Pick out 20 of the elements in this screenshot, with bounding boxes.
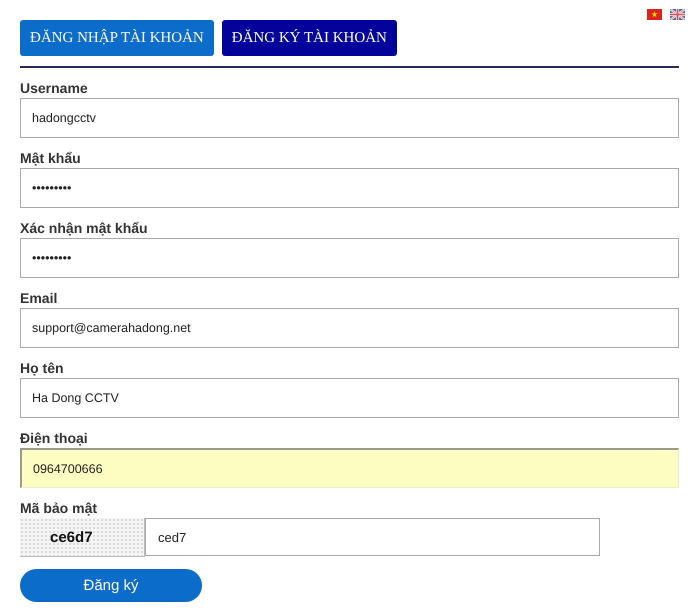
input-field[interactable]: support@camerahadong.net <box>20 308 679 348</box>
captcha-code: ce6d7 <box>50 528 93 546</box>
field-label: Xác nhận mật khẩu <box>20 219 148 238</box>
input-field[interactable]: ••••••••• <box>20 168 679 208</box>
field-label: Mã bảo mật <box>20 499 98 518</box>
tab[interactable]: ĐĂNG KÝ TÀI KHOẢN <box>222 20 397 56</box>
field-label: Điện thoại <box>20 429 88 448</box>
field-label: Username <box>20 79 88 98</box>
input-field[interactable]: ••••••••• <box>20 238 679 278</box>
captcha-field[interactable]: ced7 <box>145 518 600 556</box>
field-label: Mật khẩu <box>20 149 81 168</box>
register-button[interactable]: Đăng ký <box>20 569 202 602</box>
input-field[interactable]: Ha Dong CCTV <box>20 378 679 418</box>
tab[interactable]: ĐĂNG NHẬP TÀI KHOẢN <box>20 20 214 56</box>
field-label: Email <box>20 289 58 308</box>
field-label: Họ tên <box>20 359 64 378</box>
vietnamese-flag-icon[interactable] <box>647 9 662 20</box>
british-flag-icon[interactable] <box>670 9 685 20</box>
input-field[interactable]: 0964700666 <box>20 448 679 488</box>
input-field[interactable]: hadongcctv <box>20 98 679 138</box>
